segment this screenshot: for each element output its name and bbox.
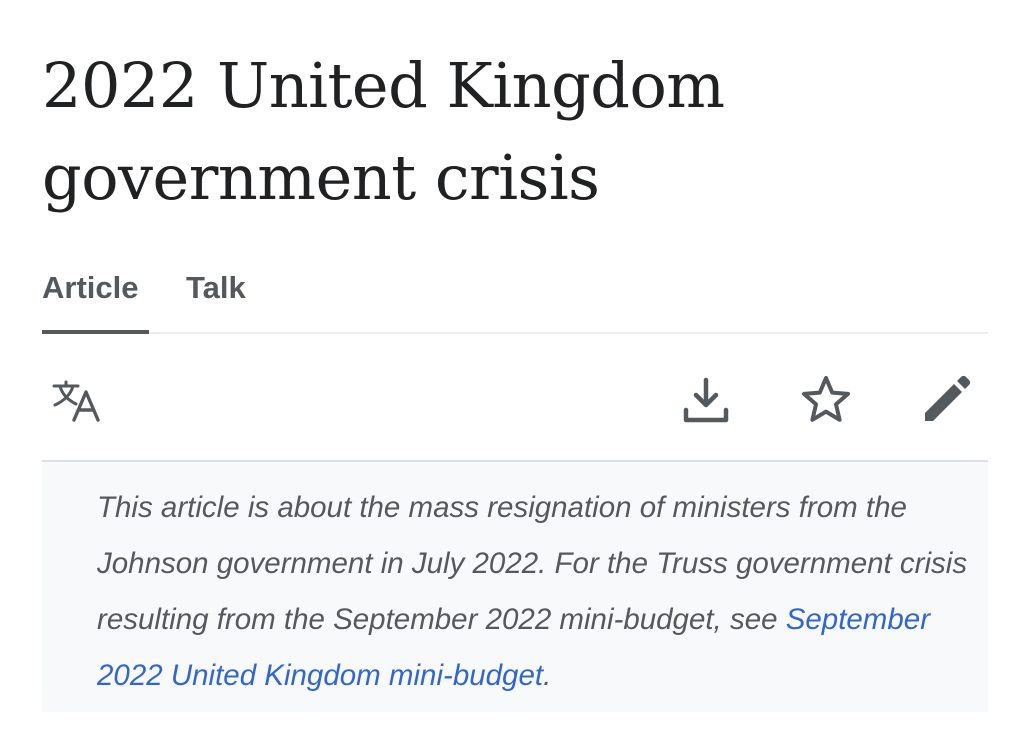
hatnote-text: This article is about the mass resignati… bbox=[97, 480, 968, 704]
hatnote: This article is about the mass resignati… bbox=[42, 462, 988, 712]
page-title: 2022 United Kingdom government crisis bbox=[42, 49, 725, 214]
page-actions-toolbar bbox=[42, 334, 988, 462]
download-icon[interactable] bbox=[678, 372, 734, 428]
edit-pencil-icon[interactable] bbox=[918, 372, 974, 428]
tab-article[interactable]: Article bbox=[42, 262, 149, 334]
tab-talk[interactable]: Talk bbox=[186, 262, 246, 334]
page-tabs: Article Talk bbox=[42, 262, 988, 334]
hatnote-trailing: . bbox=[543, 659, 552, 692]
star-icon[interactable] bbox=[798, 372, 854, 428]
language-icon[interactable] bbox=[50, 372, 106, 428]
